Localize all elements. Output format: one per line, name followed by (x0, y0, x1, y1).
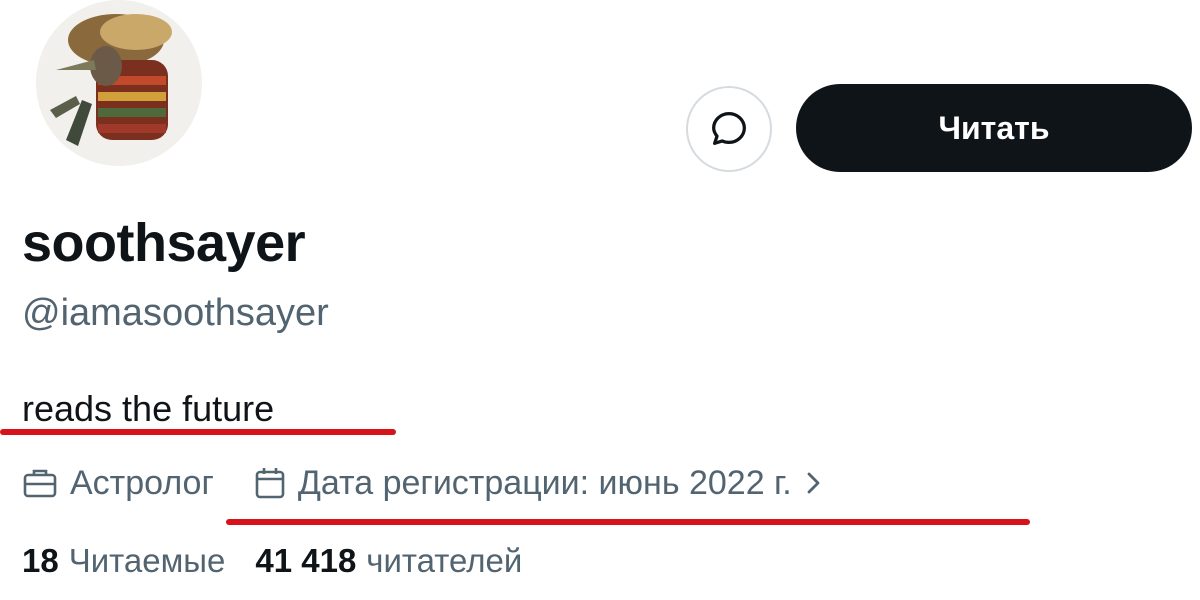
briefcase-icon (23, 469, 57, 498)
joined-date-label: Дата регистрации: июнь 2022 г. (297, 463, 792, 502)
avatar[interactable] (36, 0, 202, 166)
message-bubble-icon (712, 112, 746, 146)
following-label: Читаемые (68, 542, 226, 579)
display-name: soothsayer (22, 213, 306, 273)
joined-date-item[interactable]: Дата регистрации: июнь 2022 г. (254, 464, 824, 503)
chevron-right-icon (807, 472, 820, 494)
red-underline-meta (226, 519, 1030, 525)
following-stat[interactable]: 18 Читаемые (22, 542, 225, 580)
profile-page: Читать soothsayer @iamasoothsayer reads … (0, 0, 1200, 600)
followers-count: 41 418 (255, 542, 357, 579)
bio-text: reads the future (22, 388, 275, 429)
user-handle: @iamasoothsayer (22, 292, 329, 334)
calendar-icon (255, 468, 285, 499)
message-button[interactable] (686, 86, 772, 172)
followers-label: читателей (366, 542, 523, 579)
profile-meta-row: Астролог Дата регистрации: июнь 2022 г. (22, 460, 824, 506)
followers-stat[interactable]: 41 418 читателей (255, 542, 522, 580)
follow-button[interactable]: Читать (796, 84, 1192, 172)
profession-item: Астролог (22, 464, 214, 503)
following-count: 18 (22, 542, 59, 579)
follow-button-label: Читать (938, 109, 1050, 146)
avatar-image (36, 0, 202, 166)
red-underline-bio (0, 429, 396, 435)
stats-row: 18 Читаемые 41 418 читателей (22, 538, 522, 584)
profession-label: Астролог (70, 463, 214, 502)
